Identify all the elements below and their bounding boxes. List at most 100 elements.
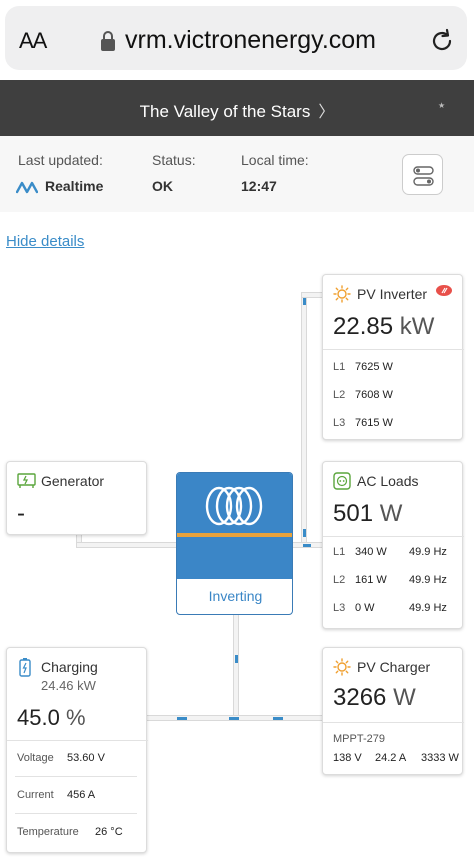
battery-soc-unit: % <box>65 705 86 730</box>
voltage-label: Voltage <box>17 752 54 764</box>
local-time-value: 12:47 <box>241 178 277 194</box>
realtime-icon <box>16 181 38 194</box>
last-updated-value: Realtime <box>45 178 104 194</box>
pv-charger-title: PV Charger <box>357 659 431 675</box>
dc-bus-wire <box>233 614 239 718</box>
phase-value: 340 W <box>355 546 387 558</box>
victron-logo-icon <box>205 486 263 526</box>
view-toggle-button[interactable] <box>402 154 443 195</box>
charger-pv-power: 3333 W <box>421 752 459 764</box>
chevron-right-icon: 〉 <box>318 104 335 121</box>
pv-inverter-card[interactable]: PV Inverter 22.85 kW L1 7625 W L2 7608 W… <box>322 274 464 440</box>
phase-value: 161 W <box>355 574 387 586</box>
outlet-icon <box>333 472 351 490</box>
phase-value: 7608 W <box>355 389 393 401</box>
pv-inverter-unit: kW <box>399 313 435 340</box>
flow-dot <box>303 297 306 305</box>
sun-icon <box>333 285 351 303</box>
ac-loads-wire <box>292 542 323 548</box>
ac-loads-value: 501 <box>333 500 374 527</box>
divider <box>323 349 464 350</box>
phase-label: L3 <box>333 417 346 429</box>
pv-charger-card[interactable]: PV Charger 3266 W MPPT-279 138 V 24.2 A … <box>322 647 464 775</box>
battery-power: 24.46 kW <box>41 678 96 693</box>
phase-label: L1 <box>333 361 346 373</box>
battery-soc-value: 45.0 <box>17 705 60 730</box>
inverter-body <box>177 537 292 579</box>
flow-dot <box>235 655 238 663</box>
divider <box>7 740 148 741</box>
hide-details-link[interactable]: Hide details <box>6 233 84 250</box>
phase-frequency: 49.9 Hz <box>409 602 447 614</box>
toggle-icon <box>413 166 434 186</box>
current-value: 456 A <box>67 789 96 801</box>
text-size-button[interactable]: AA <box>19 28 47 54</box>
address-bar[interactable]: AA vrm.victronenergy.com <box>5 6 467 70</box>
phase-value: 0 W <box>355 602 375 614</box>
last-updated-label: Last updated: <box>18 152 103 168</box>
flow-dot <box>177 717 187 720</box>
generator-wire <box>76 542 177 548</box>
charger-voltage: 138 V <box>333 752 362 764</box>
pv-inverter-value: 22.85 <box>333 313 394 340</box>
phase-label: L1 <box>333 546 346 558</box>
status-label: Status: <box>152 152 196 168</box>
generator-value: - <box>17 500 25 527</box>
phase-label: L2 <box>333 389 346 401</box>
generator-title: Generator <box>41 473 105 489</box>
installation-name[interactable]: The Valley of the Stars <box>140 102 311 121</box>
status-value: OK <box>152 178 173 194</box>
url-text[interactable]: vrm.victronenergy.com <box>125 26 376 55</box>
ac-loads-power: 501 W <box>333 500 402 528</box>
phase-label: L3 <box>333 602 346 614</box>
charger-device-name: MPPT-279 <box>333 733 385 745</box>
battery-soc: 45.0 % <box>17 705 86 731</box>
ac-bus-wire <box>301 292 307 548</box>
lock-icon <box>101 31 115 51</box>
ac-loads-card[interactable]: AC Loads 501 W L1 340 W 49.9 Hz L2 161 W… <box>322 461 464 629</box>
divider <box>15 776 137 777</box>
charger-current: 24.2 A <box>375 752 407 764</box>
alert-badge-icon <box>436 285 452 296</box>
pv-inverter-wire <box>301 292 323 298</box>
favorite-icon[interactable]: ★ <box>438 101 445 110</box>
pv-charger-value: 3266 <box>333 684 387 711</box>
generator-card[interactable]: Generator - <box>6 461 147 535</box>
inverter-logo-area <box>177 473 292 533</box>
divider <box>323 722 464 723</box>
flow-dot <box>303 529 306 537</box>
voltage-value: 53.60 V <box>67 752 105 764</box>
flow-dot <box>229 717 239 720</box>
battery-icon <box>19 658 31 677</box>
inverter-state: Inverting <box>208 588 263 604</box>
sun-icon <box>333 658 351 676</box>
current-label: Current <box>17 789 54 801</box>
dc-battery-wire <box>146 715 324 721</box>
inverter-box[interactable]: Inverting <box>176 472 293 615</box>
local-time-label: Local time: <box>241 152 309 168</box>
divider <box>323 536 464 537</box>
flow-dot <box>273 717 283 720</box>
pv-inverter-title: PV Inverter <box>357 286 428 302</box>
temperature-label: Temperature <box>17 826 79 838</box>
browser-toolbar: AA vrm.victronenergy.com <box>0 0 474 80</box>
phase-value: 7625 W <box>355 361 393 373</box>
temperature-value: 26 °C <box>95 826 123 838</box>
pv-charger-power: 3266 W <box>333 684 416 712</box>
installation-selector[interactable]: The Valley of the Stars 〉 <box>0 98 474 122</box>
generator-icon <box>17 473 36 488</box>
phase-frequency: 49.9 Hz <box>409 574 447 586</box>
site-header: The Valley of the Stars 〉 ★ <box>0 80 474 136</box>
phase-frequency: 49.9 Hz <box>409 546 447 558</box>
divider <box>15 813 137 814</box>
ac-loads-title: AC Loads <box>357 473 419 489</box>
flow-dot <box>303 544 311 547</box>
reload-icon[interactable] <box>428 27 456 55</box>
battery-card[interactable]: Charging 24.46 kW 45.0 % Voltage 53.60 V… <box>6 647 148 853</box>
pv-charger-unit: W <box>393 684 416 711</box>
ac-loads-unit: W <box>379 500 403 527</box>
phase-value: 7615 W <box>355 417 393 429</box>
phase-label: L2 <box>333 574 346 586</box>
pv-inverter-power: 22.85 kW <box>333 313 434 341</box>
battery-title: Charging <box>41 659 98 675</box>
